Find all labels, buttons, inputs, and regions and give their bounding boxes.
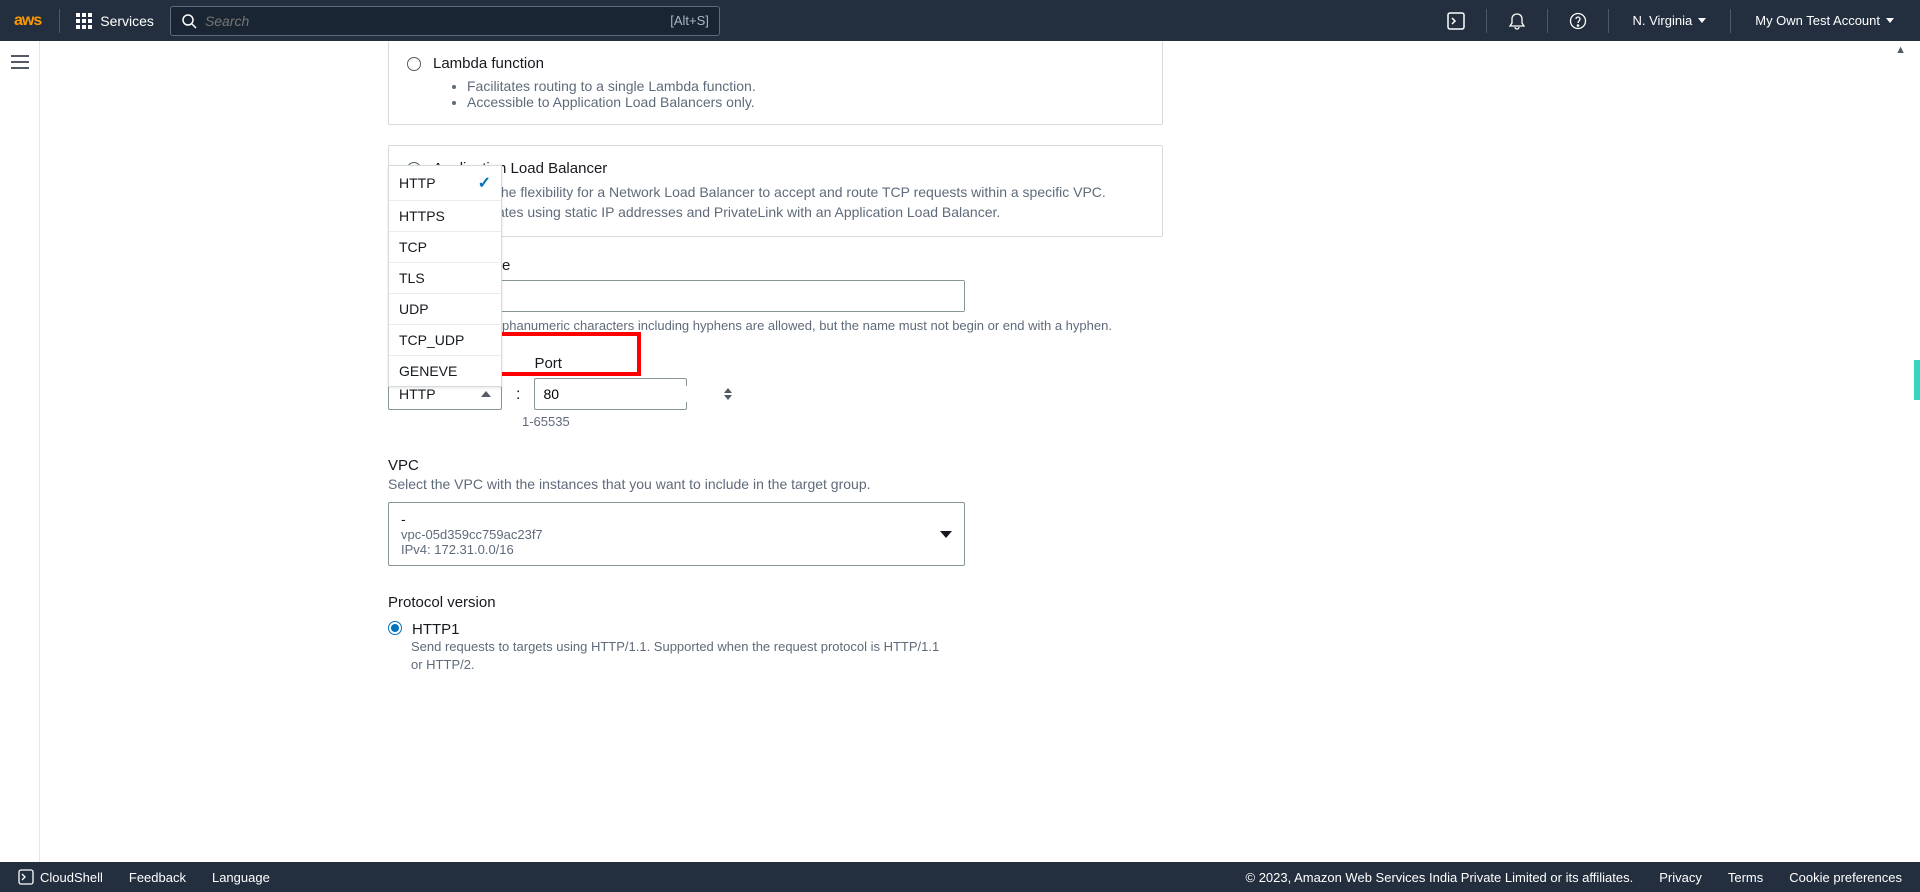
protocol-option-https[interactable]: HTTPS [389, 201, 501, 232]
protocol-option-geneve[interactable]: GENEVE [389, 356, 501, 386]
alb-desc-1: the flexibility for a Network Load Balan… [497, 184, 1106, 200]
footer-cookies[interactable]: Cookie preferences [1789, 870, 1902, 885]
footer-feedback[interactable]: Feedback [129, 870, 186, 885]
search-bar[interactable]: [Alt+S] [170, 6, 720, 36]
region-selector[interactable]: N. Virginia [1621, 13, 1719, 28]
cloudshell-icon-button[interactable] [1438, 3, 1474, 39]
services-label: Services [100, 13, 154, 29]
target-group-name-label: e [502, 257, 1163, 274]
protocol-version-title: Protocol version [388, 594, 1163, 611]
protocol-option-http[interactable]: HTTP ✓ [389, 166, 501, 201]
divider [1730, 9, 1731, 33]
notifications-button[interactable] [1499, 3, 1535, 39]
triangle-up-icon [481, 391, 491, 397]
protocol-dropdown-list: HTTP ✓ HTTPS TCP TLS UDP TCP_UDP GENEVE [388, 165, 502, 387]
http1-desc: Send requests to targets using HTTP/1.1.… [411, 638, 941, 674]
footer-privacy[interactable]: Privacy [1659, 870, 1702, 885]
radio-lambda[interactable] [407, 57, 421, 71]
spinner-down-icon[interactable] [724, 395, 732, 400]
footer-terms[interactable]: Terms [1728, 870, 1763, 885]
lambda-label: Lambda function [433, 55, 544, 72]
footer-copyright: © 2023, Amazon Web Services India Privat… [1246, 870, 1634, 885]
lambda-bullet-2: Accessible to Application Load Balancers… [467, 94, 1144, 110]
region-label: N. Virginia [1633, 13, 1693, 28]
protocol-option-udp[interactable]: UDP [389, 294, 501, 325]
account-menu[interactable]: My Own Test Account [1743, 13, 1906, 28]
protocol-option-tls[interactable]: TLS [389, 263, 501, 294]
protocol-selected: HTTP [399, 386, 436, 402]
check-icon: ✓ [478, 173, 491, 193]
port-spinner[interactable] [724, 388, 732, 400]
spinner-up-icon[interactable] [724, 388, 732, 393]
protocol-port-colon: : [516, 386, 520, 410]
name-help-text: phanumeric characters including hyphens … [502, 318, 1163, 333]
vpc-selected-ipv4: IPv4: 172.31.0.0/16 [401, 542, 543, 557]
divider [1608, 9, 1609, 33]
scroll-arrow-up-icon[interactable]: ▲ [1895, 44, 1906, 56]
radio-http1[interactable] [388, 621, 402, 635]
protocol-option-tcp[interactable]: TCP [389, 232, 501, 263]
services-menu-button[interactable]: Services [68, 13, 162, 29]
scroll-indicator [1914, 360, 1920, 400]
divider [59, 9, 60, 33]
lambda-bullet-1: Facilitates routing to a single Lambda f… [467, 78, 1144, 94]
target-type-option-alb[interactable]: Application Load Balancer the flexibilit… [388, 145, 1163, 237]
triangle-down-icon [940, 531, 952, 538]
target-type-option-lambda[interactable]: Lambda function Facilitates routing to a… [388, 41, 1163, 125]
divider [1486, 9, 1487, 33]
aws-footer: CloudShell Feedback Language © 2023, Ama… [0, 862, 1920, 892]
search-input[interactable] [205, 13, 670, 29]
apps-grid-icon [76, 13, 92, 29]
vpc-selected-name: - [401, 511, 543, 527]
caret-down-icon [1886, 18, 1894, 23]
help-button[interactable] [1560, 3, 1596, 39]
port-range-hint: 1-65535 [522, 414, 1163, 429]
protocol-option-tcpudp[interactable]: TCP_UDP [389, 325, 501, 356]
search-shortcut: [Alt+S] [670, 13, 709, 28]
port-label: Port [534, 355, 687, 372]
footer-cloudshell[interactable]: CloudShell [18, 869, 103, 885]
vpc-title: VPC [388, 457, 1163, 474]
caret-down-icon [1698, 18, 1706, 23]
divider [1547, 9, 1548, 33]
alb-desc-2: ates using static IP addresses and Priva… [497, 204, 1000, 220]
search-icon [181, 13, 197, 29]
vpc-selected-id: vpc-05d359cc759ac23f7 [401, 527, 543, 542]
http1-label: HTTP1 [412, 621, 460, 638]
account-label: My Own Test Account [1755, 13, 1880, 28]
aws-header: aws Services [Alt+S] N. Virginia My Own … [0, 0, 1920, 41]
sidebar-toggle[interactable] [0, 41, 40, 862]
aws-logo[interactable]: aws [14, 12, 41, 30]
main-scroll-area[interactable]: Lambda function Facilitates routing to a… [40, 41, 1920, 862]
footer-language[interactable]: Language [212, 870, 270, 885]
port-input[interactable] [543, 386, 724, 402]
vpc-select[interactable]: - vpc-05d359cc759ac23f7 IPv4: 172.31.0.0… [388, 502, 965, 566]
vpc-desc: Select the VPC with the instances that y… [388, 476, 1163, 492]
hamburger-icon [11, 55, 29, 69]
